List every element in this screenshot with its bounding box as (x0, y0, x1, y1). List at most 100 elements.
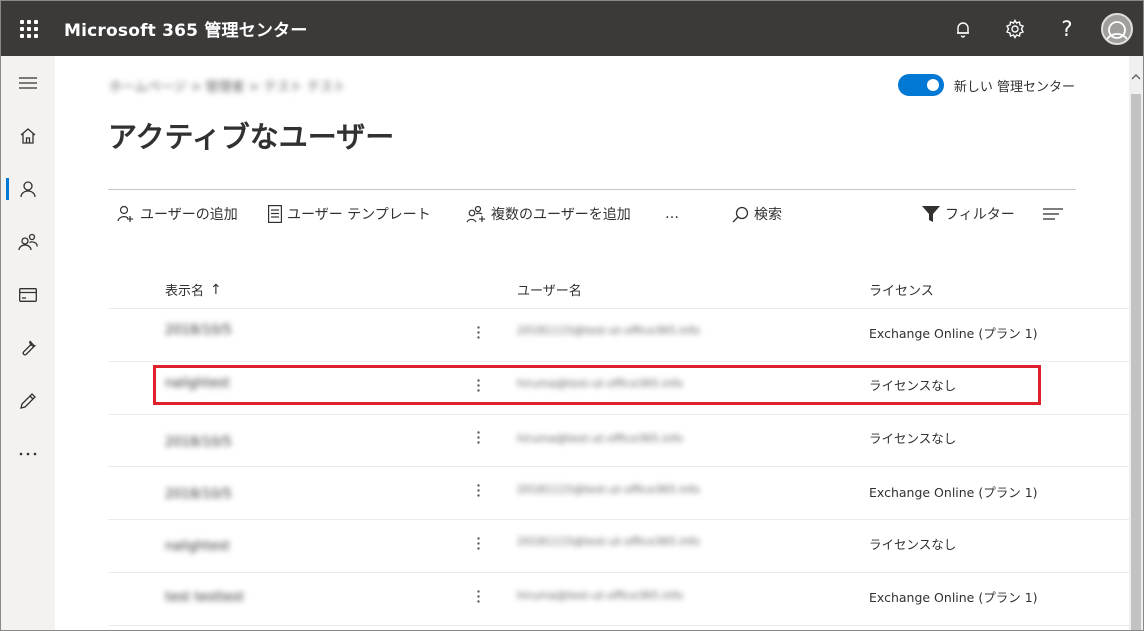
row-6-more-button[interactable] (473, 588, 483, 604)
view-options-button[interactable] (1043, 202, 1068, 226)
vertical-scrollbar[interactable] (1129, 56, 1143, 630)
row-4-display-name[interactable]: 2018/10/5 (165, 487, 232, 502)
row-6-license: Exchange Online (プラン 1) (869, 590, 1038, 605)
toggle-label: 新しい 管理センター (953, 79, 1075, 95)
nav-item-setup[interactable] (1, 328, 55, 368)
more-vertical-icon (476, 325, 480, 339)
bell-icon (957, 21, 969, 38)
row-3-license: ライセンスなし (869, 431, 957, 446)
column-header-display-name[interactable]: 表示名 ↑ (165, 280, 222, 300)
hamburger-icon (19, 77, 37, 89)
row-divider (108, 414, 1129, 415)
home-icon (20, 128, 36, 144)
person-icon (1105, 20, 1129, 43)
help-button[interactable]: ? (1041, 1, 1093, 56)
header-divider (108, 308, 1129, 309)
nav-item-users[interactable] (1, 169, 55, 209)
filter-button[interactable]: フィルター (922, 202, 1015, 226)
nav-item-show-all[interactable] (1, 434, 55, 474)
title-divider (108, 189, 1076, 190)
more-vertical-icon (476, 536, 480, 550)
nav-item-billing[interactable] (1, 275, 55, 315)
app-launcher-icon (19, 19, 38, 38)
user-template-label: ユーザー テンプレート (287, 207, 431, 223)
nav-item-groups[interactable] (1, 222, 55, 262)
search-box[interactable]: 検索 (732, 202, 782, 226)
template-icon (268, 205, 282, 223)
nav-menu-toggle[interactable] (1, 63, 55, 103)
scroll-up-button[interactable] (1129, 70, 1143, 84)
more-vertical-icon (476, 430, 480, 444)
row-1-display-name[interactable]: 2018/10/5 (165, 323, 232, 338)
scroll-thumb[interactable] (1131, 94, 1141, 630)
main-content: ホームページ > 管理者 > テスト テスト 新しい 管理センター アクティブな… (55, 56, 1129, 630)
add-user-label: ユーザーの追加 (140, 207, 238, 223)
more-actions-label: … (665, 206, 679, 222)
window-frame: Microsoft 365 管理センター ? ホームページ > 管理者 > テス… (0, 0, 1144, 631)
row-5-username: 20181115@test-ut-office365.info (517, 535, 700, 548)
row-1-username: 20181115@test-ut-office365.info (517, 324, 700, 337)
add-multiple-users-button[interactable]: 複数のユーザーを追加 (466, 202, 631, 226)
highlight-box (153, 365, 1041, 405)
row-divider (108, 572, 1129, 573)
filter-label: フィルター (945, 207, 1015, 223)
nav-item-customize[interactable] (1, 381, 55, 421)
column-header-license[interactable]: ライセンス (869, 280, 934, 299)
row-3-display-name[interactable]: 2018/10/5 (165, 435, 232, 450)
list-options-icon (1043, 208, 1063, 220)
row-1-more-button[interactable] (473, 324, 483, 340)
gear-icon (1006, 18, 1024, 39)
page-title: アクティブなユーザー (108, 120, 395, 154)
add-multiple-users-label: 複数のユーザーを追加 (491, 207, 631, 223)
row-4-more-button[interactable] (473, 482, 483, 498)
help-icon: ? (1061, 16, 1073, 41)
top-bar-actions: ? (937, 1, 1143, 56)
row-3-more-button[interactable] (473, 429, 483, 445)
row-divider (108, 361, 1129, 362)
credit-card-icon (19, 288, 37, 302)
row-divider (108, 466, 1129, 467)
sort-ascending-icon: ↑ (210, 281, 222, 298)
row-4-license: Exchange Online (プラン 1) (869, 485, 1038, 500)
left-nav (1, 56, 55, 630)
toggle-switch[interactable] (897, 74, 944, 96)
add-multiple-users-icon (466, 205, 485, 223)
breadcrumb[interactable]: ホームページ > 管理者 > テスト テスト (109, 76, 346, 95)
nav-item-home[interactable] (1, 116, 55, 156)
license-header-label: ライセンス (869, 284, 934, 299)
row-1-license: Exchange Online (プラン 1) (869, 326, 1038, 341)
search-icon (732, 206, 749, 222)
add-user-icon (117, 205, 133, 222)
column-header-username[interactable]: ユーザー名 (517, 280, 582, 299)
add-user-button[interactable]: ユーザーの追加 (117, 202, 238, 226)
settings-button[interactable] (989, 1, 1041, 56)
row-divider (108, 519, 1129, 520)
user-avatar[interactable] (1101, 12, 1133, 45)
row-6-display-name[interactable]: test testtest (165, 590, 244, 605)
user-icon (20, 181, 36, 198)
more-actions-button[interactable]: … (665, 202, 679, 226)
notifications-button[interactable] (937, 1, 989, 56)
more-vertical-icon (476, 483, 480, 497)
row-5-display-name[interactable]: nalightest (165, 539, 230, 554)
user-template-button[interactable]: ユーザー テンプレート (268, 202, 431, 226)
row-3-username: hiruma@test-ut-office365.info (517, 432, 683, 445)
more-horizontal-icon (19, 452, 37, 456)
username-header-label: ユーザー名 (517, 284, 582, 299)
row-5-more-button[interactable] (473, 535, 483, 551)
app-title[interactable]: Microsoft 365 管理センター (64, 16, 308, 41)
row-6-username: hiruma@test-ut-office365.info (517, 589, 683, 602)
app-launcher-button[interactable] (1, 1, 56, 56)
row-divider (108, 625, 1129, 626)
row-4-username: 20181115@test-ut-office365.info (517, 483, 700, 496)
row-5-license: ライセンスなし (869, 537, 957, 552)
pencil-icon (20, 393, 36, 409)
chevron-up-icon (1131, 74, 1141, 80)
search-label: 検索 (754, 207, 782, 223)
filter-icon (922, 206, 940, 222)
group-icon (18, 233, 38, 251)
display-name-header-label: 表示名 (165, 284, 205, 299)
top-bar: Microsoft 365 管理センター ? (1, 1, 1143, 56)
new-admin-center-toggle[interactable]: 新しい 管理センター (897, 74, 1075, 96)
wrench-icon (22, 340, 37, 356)
